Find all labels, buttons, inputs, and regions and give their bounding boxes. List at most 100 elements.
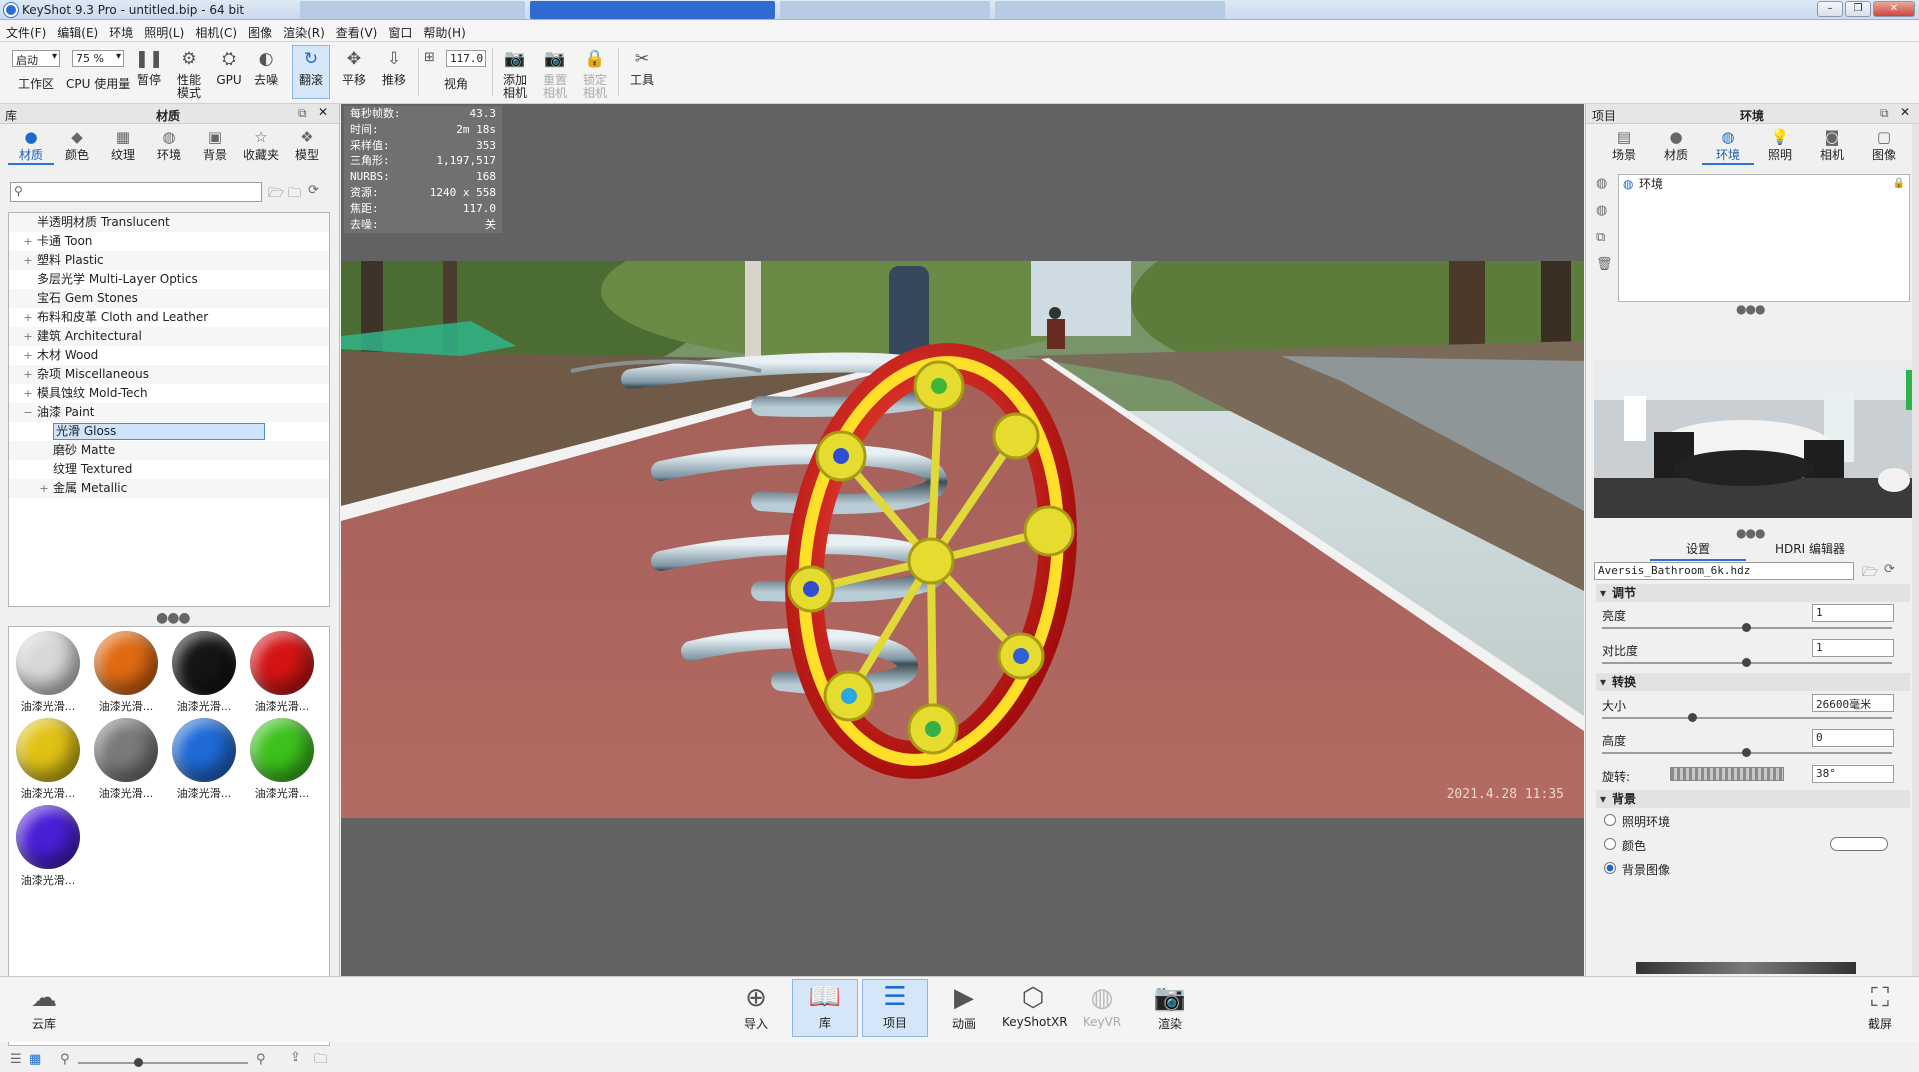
tree-item[interactable]: + 杂项 Miscellaneous [9, 365, 329, 384]
minimize-button[interactable]: – [1817, 1, 1843, 17]
tab-environments[interactable]: ◍ 环境 [146, 128, 192, 165]
tree-item[interactable]: + 建筑 Architectural [9, 327, 329, 346]
contrast-slider[interactable] [1602, 658, 1892, 667]
tab-textures[interactable]: ▦ 纹理 [100, 128, 146, 165]
slider-knob[interactable] [1742, 748, 1751, 757]
add-environment-icon[interactable]: ◍ [1596, 176, 1607, 191]
tree-item[interactable]: + 塑料 Plastic [9, 251, 329, 270]
expand-toggle-icon[interactable]: + [39, 479, 49, 498]
menu-environment[interactable]: 环境 [103, 20, 138, 41]
tab-material[interactable]: ● 材质 [1650, 128, 1702, 165]
expand-toggle-icon[interactable]: + [23, 384, 33, 403]
screenshot-button[interactable]: ⛶ 截屏 [1850, 981, 1910, 1032]
refresh-icon[interactable]: ⟳ [308, 183, 319, 198]
tab-lighting[interactable]: 💡 照明 [1754, 128, 1806, 165]
bg-color-radio[interactable] [1604, 838, 1616, 850]
slider-knob[interactable] [1688, 713, 1697, 722]
tab-camera[interactable]: ◙ 相机 [1806, 128, 1858, 165]
expand-toggle-icon[interactable]: + [23, 251, 33, 270]
dolly-button[interactable]: ⇩ 推移 [378, 46, 410, 87]
material-thumbnail[interactable]: 油漆光滑... [90, 631, 162, 714]
splitter-handle-icon[interactable]: ●●● [156, 610, 191, 626]
project-button[interactable]: ☰ 项目 [862, 979, 928, 1037]
tree-item[interactable]: + 模具蚀纹 Mold-Tech [9, 384, 329, 403]
workspace-select[interactable]: 启动 [12, 50, 60, 67]
restore-button[interactable]: ❐ [1845, 1, 1871, 17]
menu-file[interactable]: 文件(F) [0, 20, 51, 41]
pause-button[interactable]: ❚❚ 暂停 [134, 46, 164, 87]
menu-window[interactable]: 窗口 [382, 20, 417, 41]
menu-lighting[interactable]: 照明(L) [138, 20, 189, 41]
bg-lighting-radio[interactable] [1604, 814, 1616, 826]
material-thumbnail[interactable]: 油漆光滑... [12, 631, 84, 714]
undock-icon[interactable]: ⧉ [1880, 106, 1889, 121]
grid-view-icon[interactable]: ▦ [29, 1052, 41, 1067]
render-button[interactable]: 📷 渲染 [1140, 981, 1200, 1032]
delete-icon[interactable]: 🗑 [1596, 257, 1613, 272]
tree-item[interactable]: 纹理 Textured [9, 460, 329, 479]
hdri-file-input[interactable]: Aversis_Bathroom_6k.hdz [1594, 562, 1854, 580]
height-slider[interactable] [1602, 748, 1892, 757]
menu-render[interactable]: 渲染(R) [277, 20, 330, 41]
library-search-input[interactable]: ⚲ [10, 182, 262, 202]
tab-backplates[interactable]: ▣ 背景 [192, 128, 238, 165]
tab-models[interactable]: ❖ 模型 [284, 128, 330, 165]
subtab-settings[interactable]: 设置 [1650, 540, 1746, 561]
refresh-icon[interactable]: ⟳ [1884, 562, 1895, 577]
subtab-hdri-editor[interactable]: HDRI 编辑器 [1762, 540, 1858, 557]
undock-icon[interactable]: ⧉ [298, 106, 307, 121]
tree-item[interactable]: + 金属 Metallic [9, 479, 329, 498]
size-input[interactable]: 26600毫米 [1812, 694, 1894, 712]
menu-image[interactable]: 图像 [242, 20, 277, 41]
thumbnail-size-slider[interactable] [78, 1058, 248, 1067]
material-thumbnail[interactable]: 油漆光滑... [168, 718, 240, 801]
expand-toggle-icon[interactable]: + [23, 232, 33, 251]
contrast-input[interactable]: 1 [1812, 639, 1894, 657]
material-thumbnail[interactable]: 油漆光滑... [168, 631, 240, 714]
copy-icon[interactable]: ⧉ [1596, 230, 1605, 245]
lock-icon[interactable]: 🔒 [1893, 175, 1905, 193]
height-input[interactable]: 0 [1812, 729, 1894, 747]
tumble-button[interactable]: ↻ 翻滚 [292, 45, 330, 99]
expand-toggle-icon[interactable]: + [23, 346, 33, 365]
tab-environment[interactable]: ◍ 环境 [1702, 128, 1754, 165]
render-viewport[interactable]: 2021.4.28 11:35 每秒帧数: 43.3 时间: 2m 18s 采样值:… [341, 104, 1584, 976]
brightness-slider[interactable] [1602, 623, 1892, 632]
menu-view[interactable]: 查看(V) [330, 20, 383, 41]
section-transform[interactable]: 转换 [1596, 673, 1910, 691]
cloud-library-button[interactable]: ☁ 云库 [14, 981, 74, 1032]
material-thumbnail[interactable]: 油漆光滑... [246, 631, 318, 714]
tree-item[interactable]: + 布料和皮革 Cloth and Leather [9, 308, 329, 327]
tools-button[interactable]: ✂ 工具 [624, 46, 660, 87]
menu-edit[interactable]: 编辑(E) [51, 20, 103, 41]
expand-toggle-icon[interactable]: + [23, 365, 33, 384]
tab-favorites[interactable]: ☆ 收藏夹 [238, 128, 284, 165]
menu-help[interactable]: 帮助(H) [417, 20, 470, 41]
lock-camera-button[interactable]: 🔒 锁定相机 [578, 46, 612, 100]
slider-knob[interactable] [1742, 623, 1751, 632]
expand-toggle-icon[interactable]: + [23, 327, 33, 346]
keyshotxr-button[interactable]: ⬡ KeyShotXR [1002, 981, 1068, 1029]
rotation-dial[interactable] [1670, 767, 1784, 781]
tab-scene[interactable]: ▤ 场景 [1598, 128, 1650, 165]
expand-toggle-icon[interactable]: − [23, 403, 33, 422]
bg-color-swatch[interactable] [1830, 837, 1888, 851]
pan-button[interactable]: ✥ 平移 [338, 46, 370, 87]
tree-item[interactable]: 磨砂 Matte [9, 441, 329, 460]
tree-item[interactable]: + 卡通 Toon [9, 232, 329, 251]
tree-item[interactable]: − 油漆 Paint [9, 403, 329, 422]
menu-camera[interactable]: 相机(C) [189, 20, 242, 41]
rendered-scene[interactable]: 2021.4.28 11:35 [341, 261, 1584, 818]
cpu-usage-select[interactable]: 75 % [72, 50, 124, 67]
material-thumbnail[interactable]: 油漆光滑... [246, 718, 318, 801]
slider-knob[interactable] [134, 1058, 143, 1067]
splitter-handle-icon[interactable]: ●●● [1736, 526, 1765, 540]
duplicate-environment-icon[interactable]: ◍ [1596, 203, 1607, 218]
gpu-button[interactable]: ⛭ GPU [214, 46, 244, 87]
hdri-preview[interactable] [1594, 360, 1912, 518]
close-icon[interactable]: ✕ [1900, 105, 1910, 119]
tree-item[interactable]: 光滑 Gloss [9, 422, 329, 441]
animation-button[interactable]: ▶ 动画 [934, 981, 994, 1032]
fov-input[interactable]: 117.0 [446, 50, 486, 67]
list-view-icon[interactable]: ☰ [10, 1052, 22, 1067]
